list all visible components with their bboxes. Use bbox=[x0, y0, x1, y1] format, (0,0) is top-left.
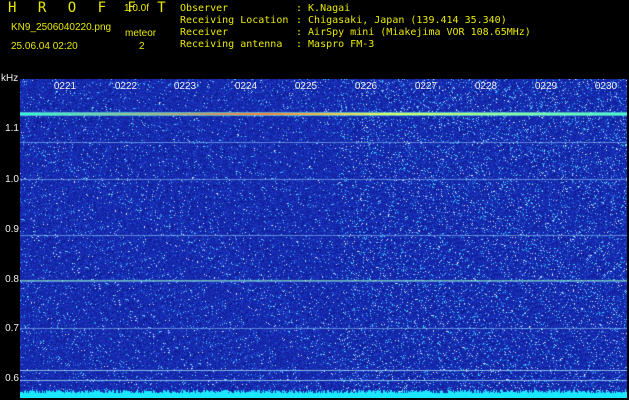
x-tick-label: 0227 bbox=[414, 81, 438, 92]
meteor-label: meteor bbox=[125, 28, 157, 39]
datetime-label: 25.06.04 02:20 bbox=[11, 41, 78, 52]
y-tick-label: 0.7 bbox=[5, 323, 19, 334]
x-tick-label: 0225 bbox=[294, 81, 318, 92]
spectrogram: 0221 0222 0223 0224 0225 0226 0227 0228 … bbox=[20, 79, 627, 398]
y-tick-label: 0.8 bbox=[5, 274, 19, 285]
location-value: : Chigasaki, Japan (139.414 35.340) bbox=[296, 15, 507, 26]
y-tick-label: 0.6 bbox=[5, 373, 19, 384]
meteor-count: 2 bbox=[139, 41, 145, 52]
x-tick-label: 0226 bbox=[354, 81, 378, 92]
y-axis-unit: kHz bbox=[1, 73, 19, 84]
observer-label: Observer bbox=[180, 3, 229, 14]
x-tick-label: 0221 bbox=[53, 81, 77, 92]
receiver-label: Receiver bbox=[180, 27, 229, 38]
y-tick-label: 1.1 bbox=[5, 123, 19, 134]
x-tick-label: 0229 bbox=[534, 81, 558, 92]
x-tick-label: 0223 bbox=[173, 81, 197, 92]
y-tick-label: 1.0 bbox=[5, 174, 19, 185]
x-tick-label: 0230 bbox=[594, 81, 618, 92]
spectrogram-canvas bbox=[20, 79, 627, 398]
filename-label: KN9_2506040220.png bbox=[11, 22, 112, 33]
receiver-value: : AirSpy mini (Miakejima VOR 108.65MHz) bbox=[296, 27, 531, 38]
y-tick-label: 0.9 bbox=[5, 224, 19, 235]
x-tick-label: 0224 bbox=[234, 81, 258, 92]
antenna-label: Receiving antenna bbox=[180, 39, 283, 50]
x-tick-label: 0222 bbox=[114, 81, 138, 92]
antenna-value: : Maspro FM-3 bbox=[296, 39, 375, 50]
observer-value: : K.Nagai bbox=[296, 3, 351, 14]
x-tick-label: 0228 bbox=[474, 81, 498, 92]
version-label: 1.0.0f bbox=[124, 3, 150, 14]
location-label: Receiving Location bbox=[180, 15, 289, 26]
